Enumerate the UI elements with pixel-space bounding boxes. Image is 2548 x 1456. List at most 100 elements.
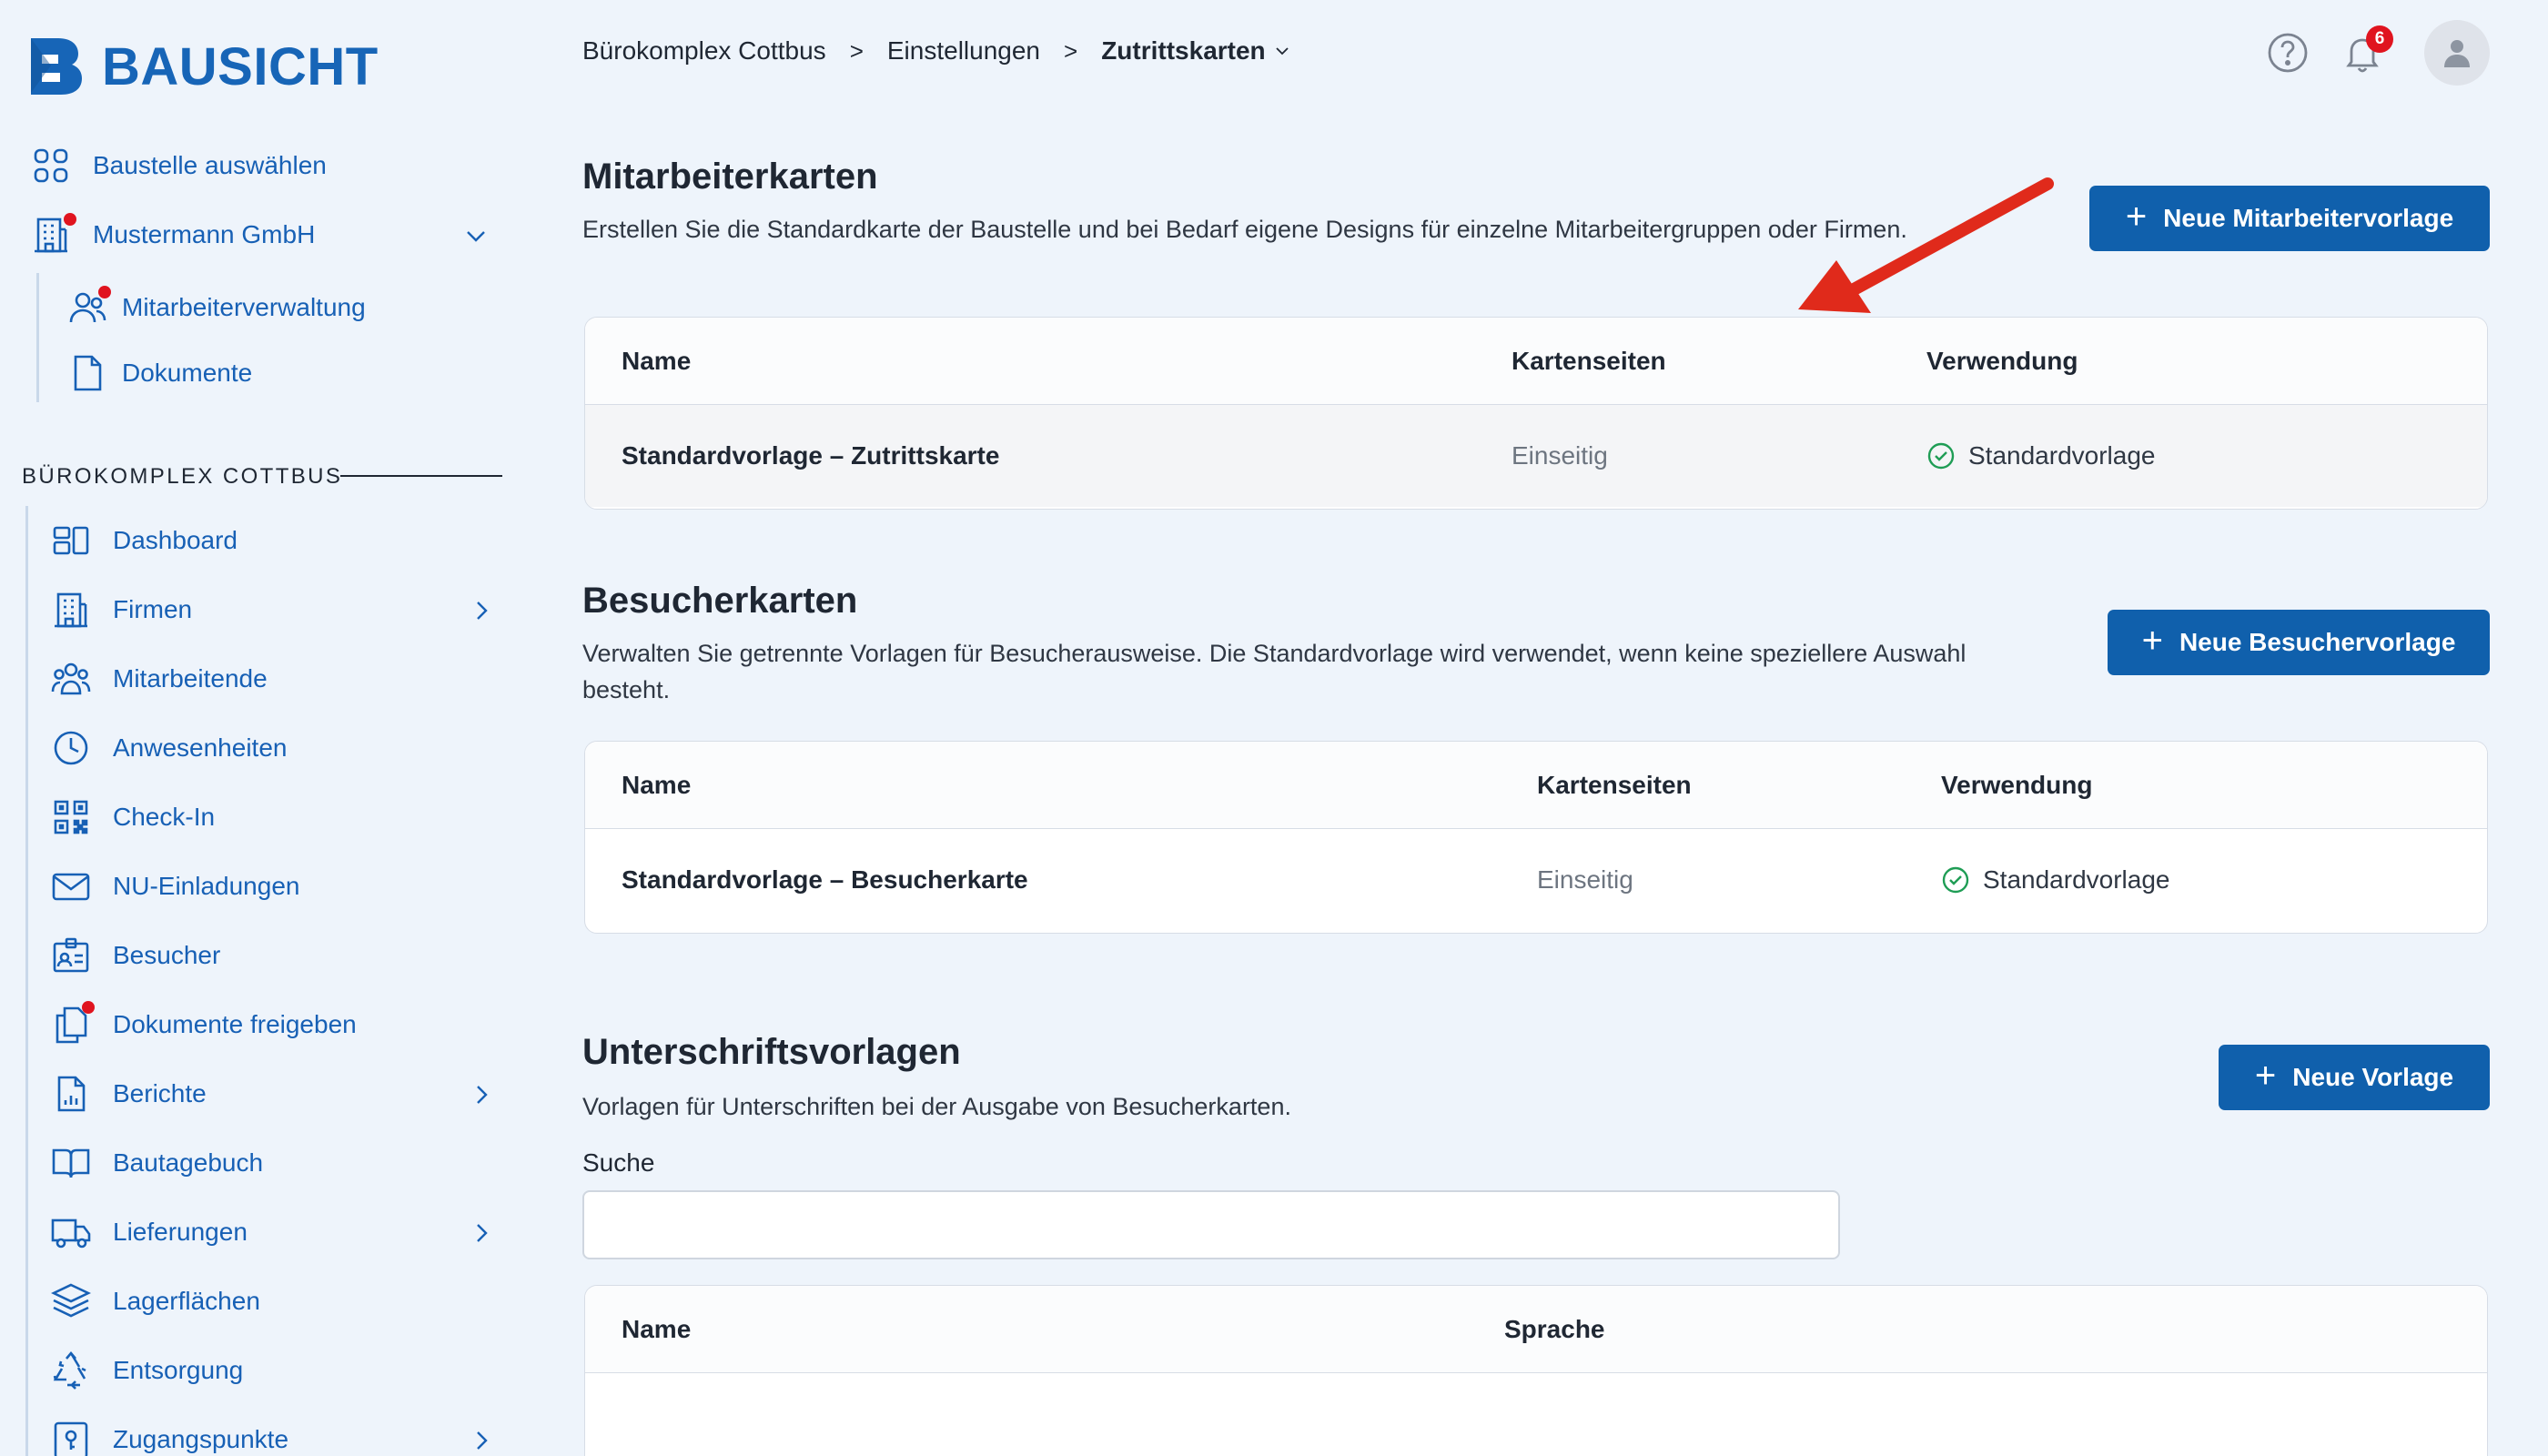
column-header-name[interactable]: Name (622, 1315, 691, 1344)
annotation-arrow-icon (1798, 177, 2054, 313)
mail-icon (51, 866, 91, 906)
new-visitor-template-button[interactable]: + Neue Besuchervorlage (2108, 610, 2490, 675)
help-icon[interactable] (2266, 31, 2310, 75)
sidebar-item-dashboard[interactable]: Dashboard (51, 521, 238, 561)
sidebar-item-label: Dokumente (122, 359, 253, 387)
table-header: Name Kartenseiten Verwendung (585, 742, 2487, 829)
sidebar-item-check-in[interactable]: Check-In (51, 797, 215, 837)
employee-cards-table: Name Kartenseiten Verwendung Standardvor… (584, 317, 2488, 510)
sidebar-item-mustermann-gmbh[interactable]: Mustermann GmbH (31, 213, 504, 255)
app-logo[interactable]: BAUSICHT (27, 35, 379, 98)
sidebar-item-besucher[interactable]: Besucher (51, 935, 220, 976)
cell-usage: Standardvorlage (1926, 441, 2155, 470)
new-employee-template-button[interactable]: + Neue Mitarbeitervorlage (2089, 186, 2490, 251)
chevron-right-icon[interactable] (470, 599, 493, 622)
breadcrumb-item-settings[interactable]: Einstellungen (887, 36, 1040, 66)
notification-dot (64, 213, 76, 226)
search-label: Suche (582, 1148, 655, 1177)
section-title-employee-cards: Mitarbeiterkarten (582, 157, 878, 197)
section-description-signature-templates: Vorlagen für Unterschriften bei der Ausg… (582, 1093, 1291, 1120)
chevron-right-icon[interactable] (470, 1429, 493, 1452)
chevron-right-icon[interactable] (470, 1221, 493, 1245)
sidebar-item-label: Mustermann GmbH (93, 220, 316, 248)
sidebar-item-zugangspunkte[interactable]: Zugangspunkte (51, 1420, 500, 1456)
new-signature-template-button[interactable]: + Neue Vorlage (2219, 1045, 2490, 1110)
avatar[interactable] (2424, 20, 2490, 86)
column-header-language[interactable]: Sprache (1504, 1315, 1605, 1344)
table-row[interactable]: Standardvorlage – Besucherkarte Einseiti… (585, 829, 2487, 931)
usage-label: Standardvorlage (1983, 865, 2170, 894)
breadcrumb: Bürokomplex Cottbus > Einstellungen > Zu… (582, 36, 1291, 66)
sidebar-item-label: Check-In (113, 803, 216, 831)
column-header-name[interactable]: Name (622, 771, 691, 800)
table-row[interactable]: Standardvorlage – Zutrittskarte Einseiti… (585, 405, 2487, 507)
plus-icon: + (2254, 1056, 2277, 1096)
sidebar-item-label: Entsorgung (113, 1356, 244, 1384)
sidebar-item-firmen[interactable]: Firmen (51, 590, 500, 630)
section-description-visitor-cards: Verwalten Sie getrennte Vorlagen für Bes… (582, 640, 1967, 703)
sidebar-item-label: Lagerflächen (113, 1287, 260, 1315)
app-logo-text: BAUSICHT (102, 36, 379, 96)
sidebar-item-label: Berichte (113, 1079, 207, 1107)
tree-connector (25, 506, 28, 1456)
visitor-cards-table: Name Kartenseiten Verwendung Standardvor… (584, 741, 2488, 934)
sidebar-item-mitarbeiterverwaltung[interactable]: Mitarbeiterverwaltung (67, 286, 366, 328)
sidebar-item-label: Dokumente freigeben (113, 1010, 357, 1038)
column-header-usage[interactable]: Verwendung (1926, 347, 2078, 376)
report-icon (51, 1074, 91, 1114)
table-header: Name Kartenseiten Verwendung (585, 318, 2487, 405)
sidebar-item-lieferungen[interactable]: Lieferungen (51, 1212, 500, 1252)
search-input[interactable] (582, 1190, 1840, 1259)
sidebar-item-bautagebuch[interactable]: Bautagebuch (51, 1143, 263, 1183)
cell-sides: Einseitig (1537, 865, 1633, 894)
sidebar-item-dokumente-freigeben[interactable]: Dokumente freigeben (51, 1001, 357, 1045)
grid-icon (31, 146, 71, 186)
sidebar-item-label: Firmen (113, 595, 193, 623)
column-header-name[interactable]: Name (622, 347, 691, 376)
column-header-sides[interactable]: Kartenseiten (1512, 347, 1666, 376)
chevron-down-icon[interactable] (464, 224, 488, 248)
sidebar-item-entsorgung[interactable]: Entsorgung (51, 1350, 243, 1390)
breadcrumb-current-label: Zutrittskarten (1101, 36, 1266, 65)
sidebar-item-lagerflaechen[interactable]: Lagerflächen (51, 1281, 260, 1321)
cell-usage: Standardvorlage (1941, 865, 2169, 895)
notification-dot (98, 286, 111, 298)
sidebar-item-label: Mitarbeitende (113, 664, 268, 693)
sidebar-item-label: Besucher (113, 941, 221, 969)
bausicht-logo-icon (31, 38, 82, 95)
notifications-button[interactable]: 6 (2341, 25, 2393, 75)
chevron-right-icon[interactable] (470, 1083, 493, 1107)
sidebar-item-label: Zugangspunkte (113, 1425, 289, 1453)
plus-icon: + (2125, 197, 2148, 237)
sidebar-item-nu-einladungen[interactable]: NU-Einladungen (51, 866, 299, 906)
dashboard-icon (51, 521, 91, 561)
check-circle-icon (1942, 866, 1969, 894)
cell-name: Standardvorlage – Zutrittskarte (622, 441, 1000, 470)
notification-dot (82, 1001, 95, 1014)
column-header-sides[interactable]: Kartenseiten (1537, 771, 1692, 800)
section-title-signature-templates: Unterschriftsvorlagen (582, 1032, 961, 1072)
breadcrumb-item-site[interactable]: Bürokomplex Cottbus (582, 36, 826, 66)
sidebar-item-berichte[interactable]: Berichte (51, 1074, 500, 1114)
sidebar-item-label: Lieferungen (113, 1218, 248, 1246)
clock-icon (51, 728, 91, 768)
cell-name: Standardvorlage – Besucherkarte (622, 865, 1028, 894)
signature-templates-table: Name Sprache (584, 1285, 2488, 1456)
sidebar-item-baustelle-auswaehlen[interactable]: Baustelle auswählen (31, 146, 327, 186)
section-description-employee-cards: Erstellen Sie die Standardkarte der Baus… (582, 216, 1907, 243)
breadcrumb-item-current[interactable]: Zutrittskarten (1101, 36, 1290, 66)
header-actions: 6 (2266, 20, 2490, 86)
sidebar-item-mitarbeitende[interactable]: Mitarbeitende (51, 659, 268, 699)
documents-approve-icon (51, 1001, 95, 1045)
tree-connector (36, 273, 39, 402)
document-icon (67, 353, 107, 393)
section-divider (340, 475, 502, 477)
column-header-usage[interactable]: Verwendung (1941, 771, 2092, 800)
user-icon (2444, 40, 2470, 67)
breadcrumb-separator: > (1064, 36, 1078, 65)
sidebar-item-dokumente[interactable]: Dokumente (67, 353, 252, 393)
sidebar-item-anwesenheiten[interactable]: Anwesenheiten (51, 728, 287, 768)
access-point-icon (51, 1420, 91, 1456)
check-circle-icon (1927, 442, 1955, 470)
people-group-icon (51, 659, 91, 699)
